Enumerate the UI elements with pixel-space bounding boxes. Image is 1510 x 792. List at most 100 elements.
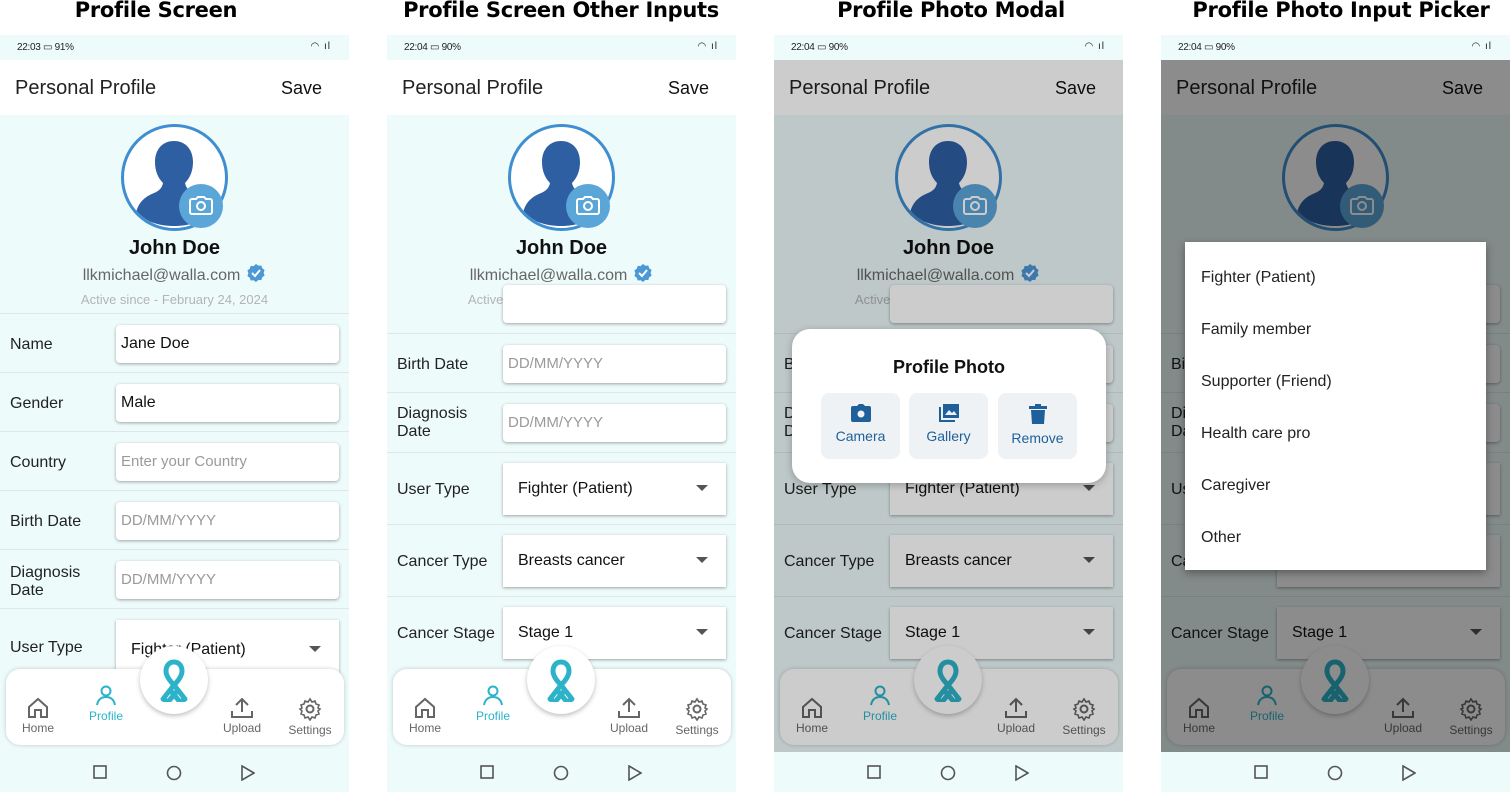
recents-icon[interactable]	[480, 765, 494, 779]
tab-settings[interactable]: Settings	[280, 697, 340, 737]
name-input[interactable]: Jane Doe	[116, 325, 339, 363]
back-triangle-icon[interactable]	[1015, 765, 1029, 781]
status-time: 22:04 ▭ 90%	[791, 42, 848, 53]
user-icon	[483, 685, 503, 706]
gender-input-partial[interactable]	[503, 285, 726, 323]
trash-icon	[1028, 404, 1047, 424]
wifi-signal-icons: ◠ ıl	[1471, 41, 1492, 52]
phone-profile-screen: 22:03 ▭ 91% ◠ ıl Personal Profile Save J…	[0, 35, 349, 792]
form-row-diagnosis-date: Diagnosis Date DD/MM/YYYY	[0, 549, 349, 608]
tab-upload[interactable]: Upload	[599, 697, 659, 735]
recents-icon[interactable]	[1254, 765, 1268, 779]
awareness-ribbon-icon	[160, 659, 188, 702]
diagnosis-date-input[interactable]: DD/MM/YYYY	[116, 561, 339, 599]
cancer-type-select[interactable]: Breasts cancer	[503, 535, 726, 587]
cancer-stage-select[interactable]: Stage 1	[503, 607, 726, 659]
phone-profile-photo-picker: 22:04 ▭ 90% ◠ ıl Personal Profile Save B…	[1161, 35, 1510, 792]
page-title: Personal Profile	[15, 77, 157, 99]
birth-date-label: Birth Date	[10, 513, 82, 530]
camera-icon	[850, 404, 871, 422]
tab-home[interactable]: Home	[395, 697, 455, 735]
system-nav-bar	[0, 752, 349, 792]
diagnosis-date-input[interactable]: DD/MM/YYYY	[503, 404, 726, 442]
user-type-select[interactable]: Fighter (Patient)	[503, 463, 726, 515]
verified-badge-icon	[246, 263, 266, 288]
ribbon-fab-button[interactable]	[140, 646, 208, 714]
birth-date-label: Birth Date	[397, 356, 469, 373]
user-icon	[96, 685, 116, 706]
profile-form: Birth Date DD/MM/YYYY Diagnosis Date DD/M…	[387, 285, 736, 669]
picker-option[interactable]: Health care pro	[1201, 425, 1310, 443]
caption-profile-photo-picker: Profile Photo Input Picker	[1192, 0, 1490, 22]
back-triangle-icon[interactable]	[241, 765, 255, 781]
change-photo-button[interactable]	[179, 184, 223, 228]
remove-option-button[interactable]: Remove	[998, 393, 1077, 459]
recents-icon[interactable]	[867, 765, 881, 779]
tab-upload[interactable]: Upload	[212, 697, 272, 735]
picker-option[interactable]: Fighter (Patient)	[1201, 269, 1316, 287]
form-row-name: Name Jane Doe	[0, 313, 349, 372]
picker-option[interactable]: Family member	[1201, 321, 1311, 339]
form-row-user-type: User Type Fighter (Patient)	[387, 452, 736, 524]
tab-profile[interactable]: Profile	[463, 683, 523, 723]
save-button[interactable]: Save	[281, 78, 322, 99]
form-row-cancer-type: Cancer Type Breasts cancer	[387, 524, 736, 596]
chevron-down-icon	[309, 646, 321, 652]
form-row-birth-date: Birth Date DD/MM/YYYY	[0, 490, 349, 549]
status-bar: 22:04 ▭ 90% ◠ ıl	[774, 35, 1123, 60]
cancer-stage-label: Cancer Stage	[397, 625, 495, 642]
save-button[interactable]: Save	[668, 78, 709, 99]
user-type-label: User Type	[397, 481, 470, 498]
active-since-text: Active since - February 24, 2024	[80, 292, 269, 307]
form-row-country: Country Enter your Country	[0, 431, 349, 490]
ribbon-fab-button[interactable]	[527, 646, 595, 714]
tab-settings[interactable]: Settings	[667, 697, 727, 737]
wifi-signal-icons: ◠ ıl	[1084, 41, 1105, 52]
user-type-picker: Fighter (Patient) Family member Supporte…	[1185, 242, 1486, 570]
awareness-ribbon-icon	[547, 659, 575, 702]
country-input[interactable]: Enter your Country	[116, 443, 339, 481]
chevron-down-icon	[696, 557, 708, 563]
back-triangle-icon[interactable]	[1402, 765, 1416, 781]
diagnosis-date-label: Diagnosis Date	[397, 405, 468, 440]
home-icon	[415, 697, 435, 718]
home-circle-icon[interactable]	[940, 765, 956, 781]
birth-date-input[interactable]: DD/MM/YYYY	[116, 502, 339, 540]
upload-icon	[231, 697, 253, 718]
page-title: Personal Profile	[402, 77, 544, 99]
phone-profile-photo-modal: 22:04 ▭ 90% ◠ ıl Personal Profile Save J…	[774, 35, 1123, 792]
screenshot-stage: Profile Screen Profile Screen Other Inpu…	[0, 0, 1510, 792]
chevron-down-icon	[696, 485, 708, 491]
upload-icon	[618, 697, 640, 718]
picker-option[interactable]: Caregiver	[1201, 477, 1270, 495]
caption-profile-screen: Profile Screen	[74, 0, 238, 22]
gender-input[interactable]: Male	[116, 384, 339, 422]
picker-option[interactable]: Supporter (Friend)	[1201, 373, 1332, 391]
gallery-icon	[938, 404, 959, 422]
recents-icon[interactable]	[93, 765, 107, 779]
home-circle-icon[interactable]	[553, 765, 569, 781]
change-photo-button[interactable]	[566, 184, 610, 228]
tab-profile[interactable]: Profile	[76, 683, 136, 723]
home-circle-icon[interactable]	[166, 765, 182, 781]
form-row-diagnosis-date: Diagnosis Date DD/MM/YYYY	[387, 392, 736, 452]
system-nav-bar	[1161, 752, 1510, 792]
gallery-option-button[interactable]: Gallery	[909, 393, 988, 459]
camera-option-button[interactable]: Camera	[821, 393, 900, 459]
form-row-gender: Gender Male	[0, 372, 349, 431]
home-circle-icon[interactable]	[1327, 765, 1343, 781]
tab-home[interactable]: Home	[8, 697, 68, 735]
name-label: Name	[10, 336, 53, 353]
form-row-birth-date: Birth Date DD/MM/YYYY	[387, 333, 736, 392]
chevron-down-icon	[696, 629, 708, 635]
birth-date-input[interactable]: DD/MM/YYYY	[503, 345, 726, 383]
gender-label: Gender	[10, 395, 64, 412]
camera-icon	[576, 196, 600, 215]
back-triangle-icon[interactable]	[628, 765, 642, 781]
picker-option[interactable]: Other	[1201, 529, 1241, 547]
country-label: Country	[10, 454, 67, 471]
diagnosis-date-label: Diagnosis Date	[10, 564, 81, 599]
app-header: Personal Profile Save	[0, 60, 349, 115]
profile-name: John Doe	[515, 237, 608, 259]
wifi-signal-icons: ◠ ıl	[697, 41, 718, 52]
